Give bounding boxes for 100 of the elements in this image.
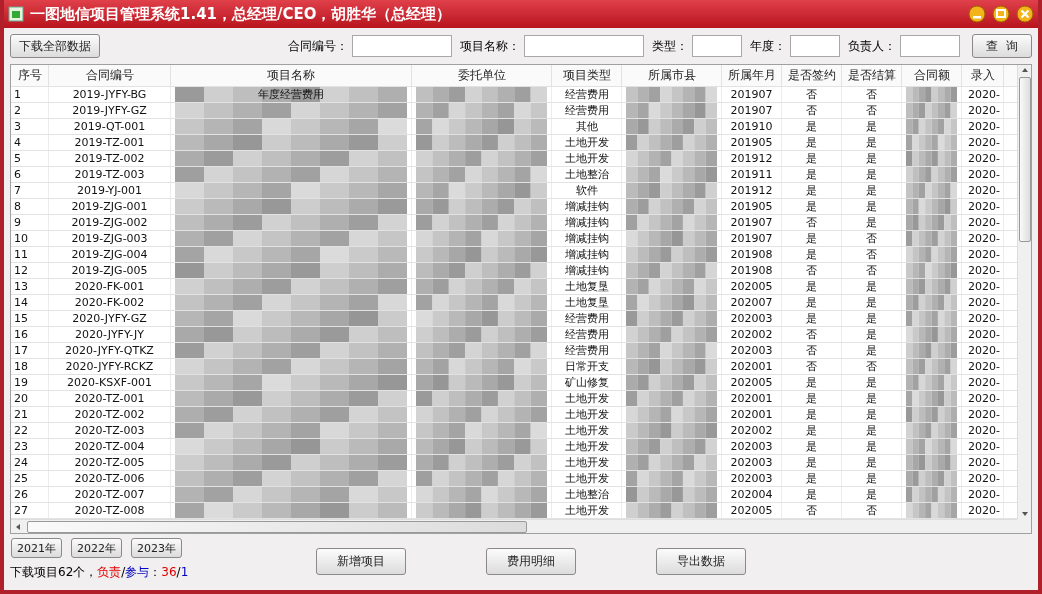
filter-field[interactable] bbox=[900, 35, 960, 57]
table-cell: 否 bbox=[806, 103, 817, 118]
column-header[interactable]: 项目名称 bbox=[171, 65, 412, 86]
table-cell: 7 bbox=[14, 184, 21, 197]
column-header[interactable]: 录入 bbox=[962, 65, 1004, 86]
table-cell: 是 bbox=[866, 183, 877, 198]
scroll-thumb[interactable] bbox=[27, 520, 527, 533]
mosaic-block bbox=[906, 487, 957, 502]
table-cell: 2020-FK-001 bbox=[74, 280, 145, 293]
table-cell: 是 bbox=[806, 199, 817, 214]
table-cell: 12 bbox=[14, 264, 28, 277]
table-cell: 15 bbox=[14, 312, 28, 325]
table-cell: 是 bbox=[806, 407, 817, 422]
table-cell: 2020-TZ-005 bbox=[74, 456, 145, 469]
column-header[interactable]: 序号 bbox=[11, 65, 49, 86]
table-cell: 增减挂钩 bbox=[564, 247, 609, 262]
table-cell: 26 bbox=[14, 488, 28, 501]
table-cell: 2020-KSXF-001 bbox=[67, 376, 152, 389]
table-cell: 是 bbox=[866, 471, 877, 486]
table-cell: 2019-TZ-003 bbox=[74, 168, 145, 181]
table-cell: 5 bbox=[14, 152, 21, 165]
vertical-scrollbar[interactable] bbox=[1017, 65, 1031, 519]
table-cell: 202002 bbox=[730, 328, 773, 341]
table-cell: 21 bbox=[14, 408, 28, 421]
table-cell: 2020- bbox=[968, 168, 1000, 181]
table-cell: 2020-JYFY-RCKZ bbox=[65, 360, 154, 373]
column-header[interactable]: 项目类型 bbox=[552, 65, 622, 86]
table-cell: 否 bbox=[806, 215, 817, 230]
action-button[interactable]: 导出数据 bbox=[656, 548, 746, 575]
action-button[interactable]: 费用明细 bbox=[486, 548, 576, 575]
table-cell: 是 bbox=[806, 135, 817, 150]
table-cell: 土地开发 bbox=[564, 503, 609, 518]
table-cell: 13 bbox=[14, 280, 28, 293]
table-cell: 6 bbox=[14, 168, 21, 181]
table-cell: 201911 bbox=[730, 168, 773, 181]
column-header[interactable]: 是否签约 bbox=[782, 65, 842, 86]
table-cell: 202001 bbox=[730, 408, 773, 421]
table-cell: 2020- bbox=[968, 264, 1000, 277]
table-cell: 2019-ZJG-001 bbox=[71, 200, 148, 213]
table-cell: 是 bbox=[866, 167, 877, 182]
column-header[interactable]: 是否结算 bbox=[842, 65, 902, 86]
maximize-icon[interactable] bbox=[992, 5, 1010, 23]
column-header[interactable]: 所属市县 bbox=[622, 65, 722, 86]
table-cell: 2020- bbox=[968, 200, 1000, 213]
column-header[interactable]: 所属年月 bbox=[722, 65, 782, 86]
table-cell: 土地开发 bbox=[564, 439, 609, 454]
table-cell: 是 bbox=[806, 487, 817, 502]
table-cell: 202003 bbox=[730, 440, 773, 453]
table-cell: 10 bbox=[14, 232, 28, 245]
table-cell: 2020-TZ-007 bbox=[74, 488, 145, 501]
table-cell: 202001 bbox=[730, 392, 773, 405]
table-cell: 2020- bbox=[968, 392, 1000, 405]
table-cell: 2020-TZ-002 bbox=[74, 408, 145, 421]
table-cell: 2020-FK-002 bbox=[74, 296, 145, 309]
mosaic-block bbox=[906, 167, 957, 182]
action-button[interactable]: 新增项目 bbox=[316, 548, 406, 575]
table-cell: 是 bbox=[866, 455, 877, 470]
mosaic-block bbox=[906, 343, 957, 358]
mosaic-block bbox=[906, 231, 957, 246]
query-button[interactable]: 查 询 bbox=[972, 34, 1032, 58]
table-cell: 2019-JYFY-BG bbox=[72, 88, 147, 101]
table-cell: 否 bbox=[866, 263, 877, 278]
table-cell: 202003 bbox=[730, 312, 773, 325]
column-header[interactable]: 委托单位 bbox=[412, 65, 552, 86]
table-cell: 是 bbox=[806, 247, 817, 262]
filter-field[interactable] bbox=[352, 35, 452, 57]
close-icon[interactable] bbox=[1016, 5, 1034, 23]
table-cell: 2020- bbox=[968, 280, 1000, 293]
table-cell: 是 bbox=[806, 455, 817, 470]
table-cell: 土地整治 bbox=[564, 487, 609, 502]
table-cell: 经营费用 bbox=[564, 327, 609, 342]
year-button[interactable]: 2021年 bbox=[11, 538, 62, 558]
table-cell: 是 bbox=[806, 439, 817, 454]
table-cell: 25 bbox=[14, 472, 28, 485]
download-all-button[interactable]: 下载全部数据 bbox=[10, 34, 100, 58]
table-cell: 2020- bbox=[968, 88, 1000, 101]
horizontal-scrollbar[interactable] bbox=[11, 519, 1017, 533]
filter-field[interactable] bbox=[692, 35, 742, 57]
table-cell: 2020- bbox=[968, 136, 1000, 149]
table-cell: 否 bbox=[806, 327, 817, 342]
filter-field[interactable] bbox=[790, 35, 840, 57]
table-cell: 202003 bbox=[730, 456, 773, 469]
filter-label: 年度： bbox=[750, 37, 786, 55]
table-cell: 否 bbox=[806, 359, 817, 374]
table-cell: 23 bbox=[14, 440, 28, 453]
table-cell: 2020- bbox=[968, 456, 1000, 469]
summary-text: 下载项目62个，负责/参与：36/1 bbox=[10, 564, 190, 581]
filter-field[interactable] bbox=[524, 35, 644, 57]
table-cell: 土地整治 bbox=[564, 167, 609, 182]
year-button[interactable]: 2022年 bbox=[71, 538, 122, 558]
column-header[interactable]: 合同编号 bbox=[49, 65, 171, 86]
year-button[interactable]: 2023年 bbox=[131, 538, 182, 558]
table-cell: 是 bbox=[866, 199, 877, 214]
filter-label: 负责人： bbox=[848, 37, 896, 55]
minimize-icon[interactable] bbox=[968, 5, 986, 23]
table-cell: 否 bbox=[866, 87, 877, 102]
table-cell: 是 bbox=[806, 167, 817, 182]
column-header[interactable]: 合同额 bbox=[902, 65, 962, 86]
table-cell: 是 bbox=[866, 343, 877, 358]
scroll-thumb[interactable] bbox=[1018, 77, 1031, 242]
